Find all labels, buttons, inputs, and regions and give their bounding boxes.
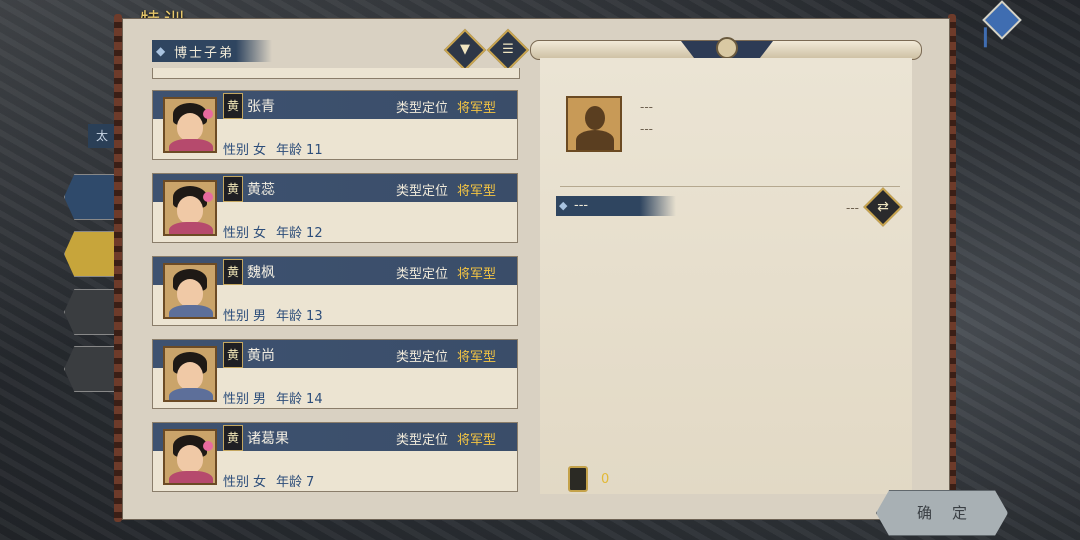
- gender-value: 女: [253, 475, 267, 490]
- age-label: 年龄: [276, 143, 303, 158]
- age-value: 13: [306, 309, 323, 324]
- list-prev-card-edge: [152, 68, 520, 79]
- age-value: 7: [306, 475, 315, 490]
- age-label: 年龄: [276, 475, 303, 490]
- token-icon: [568, 466, 588, 492]
- swap-icon: ⇄: [877, 199, 889, 215]
- character-info: 性别男年龄 14: [223, 388, 333, 407]
- character-info: 性别男年龄 13: [223, 305, 333, 324]
- character-info: 性别女年龄 12: [223, 222, 333, 241]
- type-label: 类型定位: [396, 267, 449, 282]
- side-tab-1[interactable]: [64, 174, 116, 220]
- detail-tag-label: ---: [574, 198, 589, 213]
- silhouette-body: [576, 130, 614, 150]
- list-item[interactable]: 黄 黄蕊 类型定位 将军型 性别女年龄 12: [152, 173, 518, 243]
- flower-icon: [203, 192, 213, 202]
- avatar: [163, 97, 217, 153]
- list-item[interactable]: 黄 魏枫 类型定位 将军型 性别男年龄 13: [152, 256, 518, 326]
- avatar-face: [177, 279, 203, 307]
- detail-tag-value: ---: [846, 201, 859, 215]
- list-item[interactable]: 黄 张青 类型定位 将军型 性别女年龄 11: [152, 90, 518, 160]
- side-tab-2[interactable]: [64, 231, 116, 277]
- gender-value: 女: [253, 226, 267, 241]
- avatar-face: [177, 196, 203, 224]
- gender-label: 性别: [223, 309, 250, 324]
- age-label: 年龄: [276, 226, 303, 241]
- filter-icon: ▼: [460, 42, 470, 57]
- gender-value: 女: [253, 143, 267, 158]
- age-value: 12: [306, 226, 323, 241]
- gender-label: 性别: [223, 143, 250, 158]
- avatar-robe: [169, 305, 213, 317]
- scroll-top-roller: [530, 37, 922, 60]
- avatar: [163, 263, 217, 319]
- list-item[interactable]: 黄 黄尚 类型定位 将军型 性别男年龄 14: [152, 339, 518, 409]
- avatar-face: [177, 445, 203, 473]
- avatar-robe: [169, 388, 213, 400]
- token-count: 0: [601, 472, 610, 487]
- gender-label: 性别: [223, 392, 250, 407]
- type-value: 将军型: [457, 350, 497, 365]
- diamond-icon: ◆: [156, 44, 166, 58]
- type-label: 类型定位: [396, 433, 449, 448]
- side-tab-3[interactable]: [64, 289, 116, 335]
- detail-divider: [560, 186, 900, 187]
- age-value: 11: [306, 143, 323, 158]
- detail-line-2: ---: [640, 122, 653, 136]
- character-info: 性别女年龄 11: [223, 139, 333, 158]
- character-name: 魏枫: [247, 265, 275, 281]
- faction-badge: 黄: [223, 342, 243, 368]
- character-name: 黄尚: [247, 348, 275, 364]
- avatar-face: [177, 362, 203, 390]
- list-header-label: 博士子弟: [174, 46, 235, 61]
- confirm-button[interactable]: 确定: [876, 490, 1008, 536]
- type-value: 将军型: [457, 184, 497, 199]
- list-icon: ☰: [502, 42, 514, 57]
- list-header: ◆ 博士子弟: [152, 40, 272, 62]
- character-name: 诸葛果: [247, 431, 289, 447]
- detail-line-1: ---: [640, 100, 653, 114]
- faction-badge: 黄: [223, 259, 243, 285]
- age-label: 年龄: [276, 392, 303, 407]
- faction-badge: 黄: [223, 176, 243, 202]
- list-item[interactable]: 黄 诸葛果 类型定位 将军型 性别女年龄 7: [152, 422, 518, 492]
- avatar-face: [177, 113, 203, 141]
- avatar: [163, 180, 217, 236]
- type-value: 将军型: [457, 433, 497, 448]
- confirm-label: 确定: [916, 504, 987, 522]
- side-tab-4[interactable]: [64, 346, 116, 392]
- character-name: 张青: [247, 99, 275, 115]
- age-label: 年龄: [276, 309, 303, 324]
- flower-icon: [203, 109, 213, 119]
- character-name: 黄蕊: [247, 182, 275, 198]
- avatar-placeholder: [566, 96, 622, 152]
- silhouette-head: [585, 106, 605, 130]
- gender-label: 性别: [223, 226, 250, 241]
- type-label: 类型定位: [396, 350, 449, 365]
- avatar: [163, 346, 217, 402]
- type-value: 将军型: [457, 267, 497, 282]
- gender-value: 男: [253, 309, 267, 324]
- gender-value: 男: [253, 392, 267, 407]
- avatar-robe: [169, 139, 213, 151]
- gender-label: 性别: [223, 475, 250, 490]
- scroll-medal: [716, 37, 738, 59]
- avatar-robe: [169, 222, 213, 234]
- left-chain-border: [114, 14, 122, 522]
- faction-badge: 黄: [223, 425, 243, 451]
- detail-tag: ◆ ---: [556, 196, 676, 216]
- flower-icon: [203, 441, 213, 451]
- faction-badge: 黄: [223, 93, 243, 119]
- side-label[interactable]: 太: [88, 124, 116, 148]
- diamond-icon: ◆: [559, 199, 568, 212]
- type-label: 类型定位: [396, 184, 449, 199]
- type-label: 类型定位: [396, 101, 449, 116]
- avatar: [163, 429, 217, 485]
- type-value: 将军型: [457, 101, 497, 116]
- avatar-robe: [169, 471, 213, 483]
- age-value: 14: [306, 392, 323, 407]
- character-info: 性别女年龄 7: [223, 471, 324, 490]
